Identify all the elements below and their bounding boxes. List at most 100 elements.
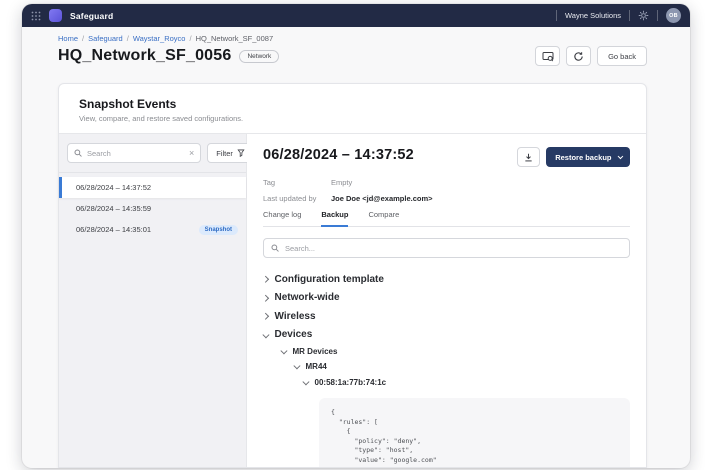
backup-code-block: { "rules": [ { "policy": "deny", "type":… <box>319 398 630 467</box>
chevron-down-icon <box>262 330 270 338</box>
breadcrumb: Home / Safeguard / Waystar_Royco / HQ_Ne… <box>58 34 647 43</box>
code-line: "type": "host", <box>331 446 414 455</box>
tree-node-mr44[interactable]: MR44 <box>293 359 630 374</box>
last-updated-label: Last updated by <box>263 194 317 203</box>
snapshot-events-card: Snapshot Events View, compare, and resto… <box>58 83 647 468</box>
page-body: Home / Safeguard / Waystar_Royco / HQ_Ne… <box>22 27 690 468</box>
card-title: Snapshot Events <box>79 97 177 111</box>
navbar-divider <box>629 10 630 21</box>
snapshot-timestamp: 06/28/2024 – 14:37:52 <box>76 183 152 192</box>
chevron-right-icon <box>262 313 269 320</box>
app-window: Safeguard Wayne Solutions OB Home / Safe… <box>22 4 690 468</box>
restore-backup-label: Restore backup <box>555 152 612 162</box>
screen: Safeguard Wayne Solutions OB Home / Safe… <box>0 0 705 470</box>
navbar-right: Wayne Solutions OB <box>555 8 681 23</box>
snapshot-list-item[interactable]: 06/28/2024 – 14:37:52 <box>59 177 246 198</box>
snapshot-search-box: × <box>67 143 202 163</box>
chevron-right-icon <box>262 276 269 283</box>
gear-icon[interactable] <box>638 10 649 21</box>
tenant-name: Wayne Solutions <box>564 11 621 20</box>
snapshot-timestamp: 06/28/2024 – 14:35:01 <box>76 225 152 234</box>
code-line: "value": "google.com" <box>331 455 437 464</box>
chevron-down-icon <box>293 362 301 369</box>
search-icon <box>271 244 279 252</box>
breadcrumb-link-safeguard[interactable]: Safeguard <box>88 34 123 43</box>
tree-node-label: MR44 <box>305 362 327 371</box>
snapshot-timestamp: 06/28/2024 – 14:35:59 <box>76 204 152 213</box>
meta-row-updated: Last updated by Joe Doe <jd@example.com> <box>263 194 630 203</box>
download-button[interactable] <box>517 147 541 167</box>
snapshot-search-input[interactable] <box>87 148 184 158</box>
tree-node-label: Configuration template <box>274 273 384 285</box>
snapshot-list-item[interactable]: 06/28/2024 – 14:35:59 <box>59 198 246 219</box>
code-line: "rules": [ <box>331 417 378 426</box>
page-header: Home / Safeguard / Waystar_Royco / HQ_Ne… <box>22 27 690 66</box>
chevron-down-icon <box>280 347 288 354</box>
meta-row-tag: Tag Empty <box>263 178 630 187</box>
header-actions: Go back <box>535 46 647 66</box>
tree-node-label: Network-wide <box>274 292 340 304</box>
title-row: HQ_Network_SF_0056 Network Go back <box>58 46 647 66</box>
card-head: Snapshot Events View, compare, and resto… <box>59 84 646 133</box>
app-launcher-icon[interactable] <box>31 11 41 21</box>
navbar-divider <box>555 10 557 21</box>
preview-icon <box>542 51 554 61</box>
tab-compare[interactable]: Compare <box>368 210 399 227</box>
preview-button[interactable] <box>535 46 561 66</box>
code-line: { <box>331 427 351 436</box>
snapshot-list-item[interactable]: 06/28/2024 – 14:35:01 Snapshot <box>59 219 246 240</box>
backup-search-box <box>263 238 630 258</box>
chevron-down-icon <box>617 153 623 159</box>
code-line: { <box>331 408 335 416</box>
top-navbar: Safeguard Wayne Solutions OB <box>22 4 690 27</box>
tree-node-wireless[interactable]: Wireless <box>262 307 630 326</box>
detail-tabs: Change log Backup Compare <box>263 210 630 227</box>
navbar-divider <box>657 10 658 21</box>
page-title: HQ_Network_SF_0056 <box>58 47 232 64</box>
tree-node-label: 00:58:1a:77b:74:1c <box>314 377 387 387</box>
tree-node-configuration-template[interactable]: Configuration template <box>262 270 630 289</box>
tree-node-label: Devices <box>274 329 313 341</box>
tag-value: Empty <box>331 178 353 187</box>
last-updated-value: Joe Doe <jd@example.com> <box>331 194 433 203</box>
snapshot-detail-panel: 06/28/2024 – 14:37:52 Restore backup Tag… <box>247 134 646 467</box>
code-line: }, <box>331 466 618 467</box>
user-avatar[interactable]: OB <box>666 8 681 23</box>
card-subtitle: View, compare, and restore saved configu… <box>79 114 244 123</box>
breadcrumb-link-waystar-royco[interactable]: Waystar_Royco <box>133 34 186 43</box>
breadcrumb-separator: / <box>82 34 85 43</box>
refresh-button[interactable] <box>566 46 592 66</box>
tree-node-mac-address[interactable]: 00:58:1a:77b:74:1c <box>302 374 630 390</box>
tree-node-devices[interactable]: Devices <box>262 326 630 345</box>
tree-node-label: Wireless <box>274 310 316 322</box>
navbar-left: Safeguard <box>31 9 113 22</box>
go-back-button[interactable]: Go back <box>597 46 647 66</box>
tab-backup[interactable]: Backup <box>321 210 349 227</box>
tag-label: Tag <box>263 178 276 187</box>
tree-node-network-wide[interactable]: Network-wide <box>262 289 630 308</box>
chevron-down-icon <box>302 378 310 385</box>
brand-name: Safeguard <box>70 10 114 21</box>
chevron-right-icon <box>262 294 269 301</box>
code-line: "policy": "deny", <box>331 436 422 445</box>
detail-header: 06/28/2024 – 14:37:52 Restore backup <box>263 147 630 167</box>
clear-search-icon[interactable]: × <box>189 148 194 158</box>
refresh-icon <box>574 51 583 61</box>
snapshot-badge: Snapshot <box>198 224 238 235</box>
tab-change-log[interactable]: Change log <box>263 210 301 227</box>
search-icon <box>74 149 82 157</box>
breadcrumb-separator: / <box>189 34 192 43</box>
snapshot-meta: Tag Empty Last updated by Joe Doe <jd@ex… <box>263 178 630 203</box>
tree-node-mr-devices[interactable]: MR Devices <box>280 344 630 359</box>
avatar-initials: OB <box>669 12 678 19</box>
breadcrumb-link-home[interactable]: Home <box>58 34 78 43</box>
snapshot-search-row: × Filter <box>59 134 254 173</box>
restore-backup-button[interactable]: Restore backup <box>546 147 630 167</box>
network-type-badge: Network <box>239 49 280 63</box>
filter-button-label: Filter <box>216 148 233 158</box>
detail-actions: Restore backup <box>517 147 630 167</box>
backup-search-input[interactable] <box>285 243 622 253</box>
split-view: × Filter 06/28/2024 – 14:37:5 <box>59 133 646 467</box>
breadcrumb-current: HQ_Network_SF_0087 <box>195 34 274 43</box>
filter-icon <box>237 149 245 157</box>
